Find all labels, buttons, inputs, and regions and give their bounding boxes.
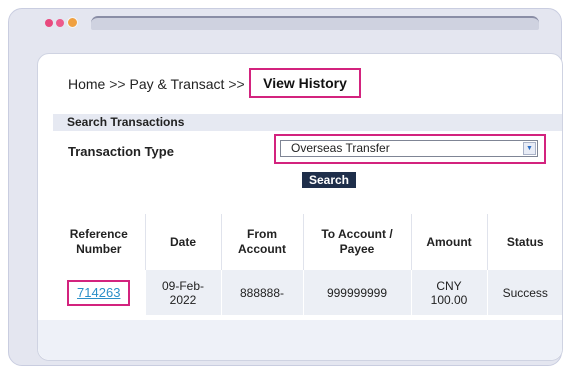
- date-cell: 09-Feb-2022: [144, 270, 221, 315]
- column-header: Status: [486, 214, 562, 270]
- dropdown-arrow-icon[interactable]: ▼: [523, 142, 536, 155]
- date-value: 09-Feb-2022: [161, 278, 205, 307]
- breadcrumb-separator: >>: [109, 76, 126, 92]
- footer-strip: [38, 320, 562, 360]
- breadcrumb-home[interactable]: Home: [68, 76, 105, 92]
- search-button[interactable]: Search: [302, 172, 356, 188]
- column-header: Amount: [410, 214, 487, 270]
- from-account-cell: 888888-: [220, 270, 303, 315]
- transaction-type-select[interactable]: Overseas Transfer ▼: [280, 140, 538, 157]
- table-row: 714263 09-Feb-2022 888888- 999999999 CNY…: [53, 270, 562, 315]
- breadcrumb-separator: >>: [228, 76, 245, 92]
- close-window-icon[interactable]: [45, 19, 53, 27]
- column-header: Date: [144, 214, 221, 270]
- transaction-type-value: Overseas Transfer: [291, 141, 390, 155]
- search-section-header: Search Transactions: [53, 114, 562, 131]
- section-title: Search Transactions: [67, 115, 185, 129]
- amount-cell: CNY 100.00: [410, 270, 487, 315]
- window-titlebar: [9, 9, 561, 45]
- page-title: View History: [263, 75, 347, 91]
- browser-window: Home >> Pay & Transact >> View History S…: [8, 8, 563, 366]
- reference-link[interactable]: 714263: [77, 285, 120, 300]
- column-header: From Account: [220, 214, 303, 270]
- breadcrumb-current-page: View History: [249, 68, 361, 98]
- table-header-row: Reference Number Date From Account To Ac…: [53, 214, 562, 270]
- minimize-window-icon[interactable]: [56, 19, 64, 27]
- column-header: Reference Number: [69, 227, 128, 256]
- transactions-table: Reference Number Date From Account To Ac…: [53, 214, 562, 315]
- amount-value: CNY 100.00: [430, 278, 468, 307]
- browser-tab-bar: [91, 16, 539, 30]
- maximize-window-icon[interactable]: [67, 17, 78, 28]
- reference-cell: 714263: [53, 270, 145, 315]
- to-account-cell: 999999999: [302, 270, 411, 315]
- highlight-box: 714263: [67, 279, 131, 306]
- transaction-type-label: Transaction Type: [68, 144, 174, 159]
- status-cell: Success: [486, 270, 562, 315]
- breadcrumb: Home >> Pay & Transact >>: [68, 76, 245, 92]
- content-card: Home >> Pay & Transact >> View History S…: [37, 53, 563, 361]
- breadcrumb-pay-transact[interactable]: Pay & Transact: [130, 76, 225, 92]
- column-header: To Account / Payee: [302, 214, 411, 270]
